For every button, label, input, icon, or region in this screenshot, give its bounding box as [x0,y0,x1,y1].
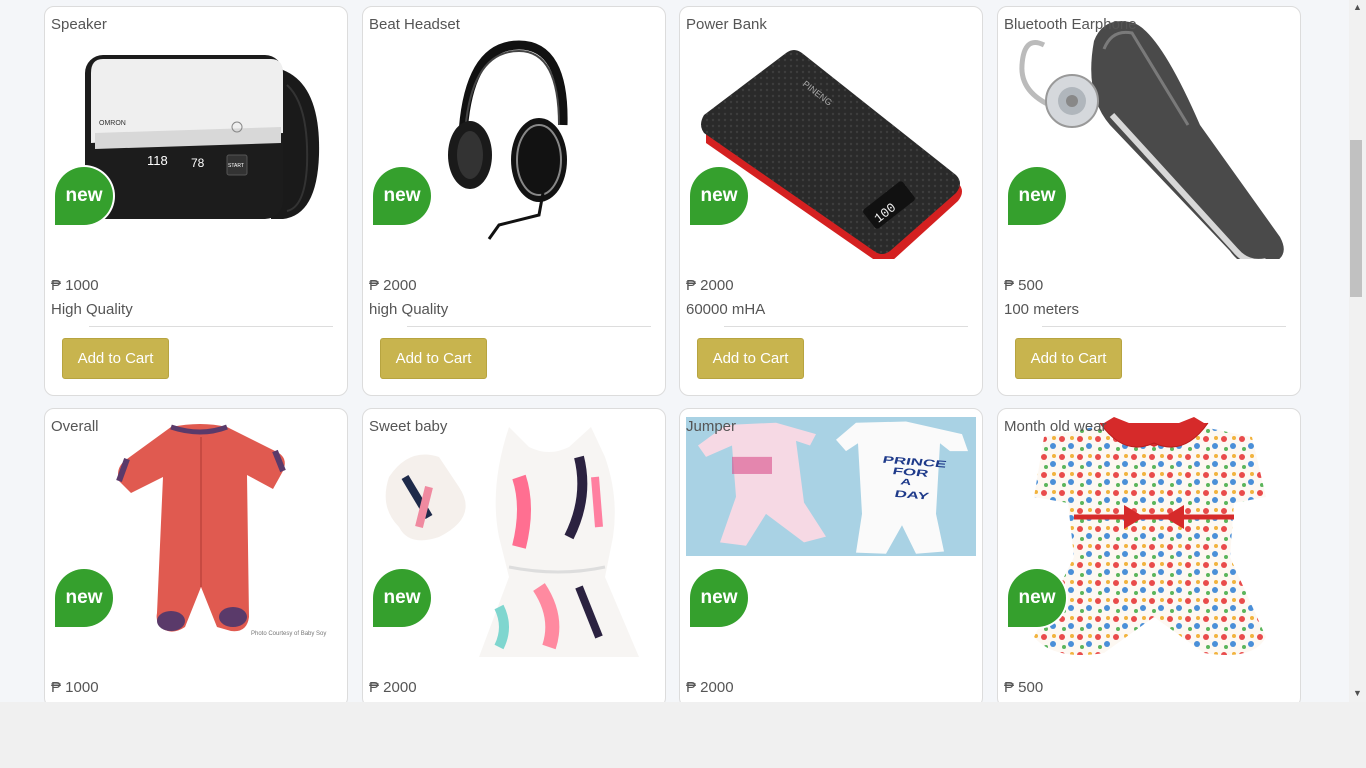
product-title: Power Bank [686,16,767,33]
new-badge: new [373,569,431,627]
scrollbar-thumb[interactable] [1350,140,1362,297]
product-title: Month old wear [1004,418,1107,435]
product-description: 60000 mHA [686,301,766,318]
product-card: Overall Photo Courtesy of Baby Soy new ₱… [44,408,348,702]
product-price: ₱ 1000 [51,679,99,696]
product-title: Beat Headset [369,16,460,33]
product-price: ₱ 2000 [686,679,734,696]
add-to-cart-button[interactable]: Add to Cart [1015,338,1122,379]
monitor-pulse-readout: 78 [191,156,205,170]
monitor-sys-readout: 118 [147,153,168,168]
product-grid-page: Speaker OMRON 118 78 START new ₱ 1000 Hi… [0,0,1349,702]
product-price: ₱ 2000 [686,277,734,294]
new-badge: new [690,569,748,627]
photo-credit-label: Photo Courtesy of Baby Soy [251,631,326,637]
monitor-start-label: START [228,163,244,169]
product-price: ₱ 500 [1004,277,1044,294]
product-title: Bluetooth Earphone [1004,16,1137,33]
vertical-scrollbar[interactable] [1349,0,1366,702]
new-badge: new [1008,167,1066,225]
add-to-cart-button[interactable]: Add to Cart [62,338,169,379]
divider [89,326,333,327]
product-card: Sweet baby new ₱ 2000 [362,408,666,702]
product-price: ₱ 500 [1004,679,1044,696]
scroll-down-arrow-icon[interactable]: ▼ [1350,686,1365,701]
product-card: Bluetooth Earphone new ₱ 500 100 meters … [997,6,1301,396]
divider [724,326,968,327]
new-badge: new [690,167,748,225]
product-card: Beat Headset new ₱ 2000 high Quality Add… [362,6,666,396]
product-price: ₱ 2000 [369,679,417,696]
new-badge: new [373,167,431,225]
new-badge: new [55,167,113,225]
product-description: High Quality [51,301,133,318]
bottom-bar [0,702,1366,768]
new-badge: new [55,569,113,627]
product-title: Speaker [51,16,107,33]
product-price: ₱ 2000 [369,277,417,294]
product-price: ₱ 1000 [51,277,99,294]
product-title: Overall [51,418,99,435]
product-card: PRINCE FOR A DAY Jumper new ₱ 2000 [679,408,983,702]
divider [407,326,651,327]
product-card: Power Bank PINENG 100 new ₱ 2000 60000 m… [679,6,983,396]
baby-jumpers-image: PRINCE FOR A DAY [686,417,976,556]
product-title: Sweet baby [369,418,448,435]
product-card: Speaker OMRON 118 78 START new ₱ 1000 Hi… [44,6,348,396]
add-to-cart-button[interactable]: Add to Cart [697,338,804,379]
product-title: Jumper [686,418,737,435]
divider [1042,326,1286,327]
add-to-cart-button[interactable]: Add to Cart [380,338,487,379]
scroll-up-arrow-icon[interactable]: ▲ [1350,0,1365,15]
new-badge: new [1008,569,1066,627]
monitor-brand-label: OMRON [99,120,126,127]
product-description: 100 meters [1004,301,1080,318]
product-description: high Quality [369,301,449,318]
product-card: Month old wear new ₱ 500 [997,408,1301,702]
